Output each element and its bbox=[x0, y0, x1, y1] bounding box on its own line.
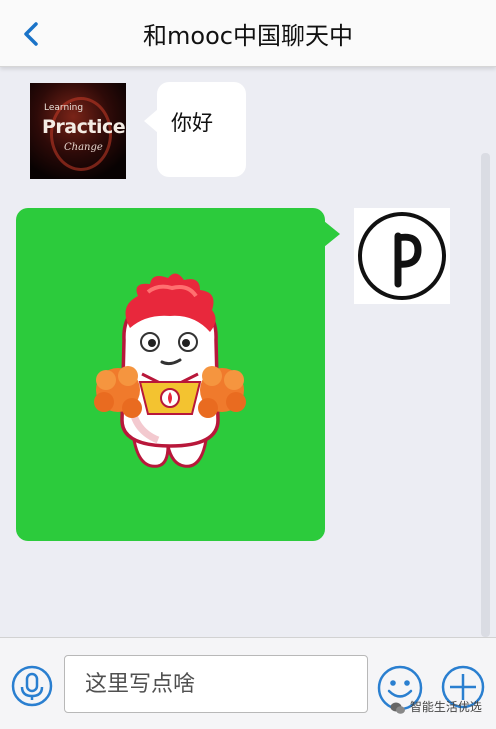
user-avatar[interactable] bbox=[354, 208, 450, 304]
contact-avatar[interactable]: Learning Practice Change bbox=[30, 83, 126, 179]
avatar-text-practice: Practice bbox=[42, 116, 126, 138]
received-message-bubble[interactable]: 你好 bbox=[144, 82, 246, 177]
avatar-text-learning: Learning bbox=[44, 103, 84, 113]
back-button[interactable] bbox=[14, 17, 48, 51]
scrollbar[interactable] bbox=[481, 153, 490, 637]
avatar-text-change: Change bbox=[64, 142, 103, 153]
watermark: 智能生活优选 bbox=[390, 698, 482, 715]
voice-button[interactable] bbox=[10, 664, 54, 708]
message-input-bar bbox=[0, 637, 496, 729]
microphone-icon bbox=[11, 665, 53, 707]
chat-title: 和mooc中国聊天中 bbox=[143, 22, 353, 50]
wechat-icon bbox=[390, 702, 405, 714]
message-input[interactable] bbox=[64, 655, 368, 713]
chat-messages[interactable]: Learning Practice Change 你好 bbox=[0, 67, 496, 637]
mascot-sticker bbox=[94, 273, 246, 468]
chevron-left-icon bbox=[24, 22, 38, 46]
sent-sticker-bubble[interactable] bbox=[16, 208, 340, 541]
watermark-text: 智能生活优选 bbox=[409, 700, 482, 714]
chat-header: 和mooc中国聊天中 bbox=[0, 0, 496, 67]
received-message-text: 你好 bbox=[171, 111, 213, 135]
pinterest-icon bbox=[358, 212, 446, 300]
